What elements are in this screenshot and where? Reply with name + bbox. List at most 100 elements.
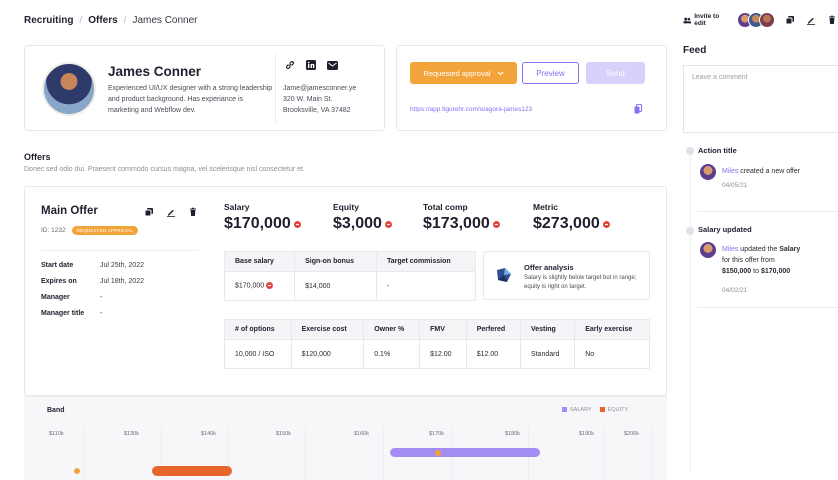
metric-label: Salary — [224, 202, 250, 212]
analysis-body: Salary is slightly below target but in r… — [524, 275, 637, 290]
offer-detail-row: Start date Jul 25th, 2022 — [41, 262, 144, 269]
feed-event-text: for this offer from — [722, 257, 775, 264]
column-header: Target commission — [375, 251, 477, 272]
gridline — [383, 427, 384, 480]
table-cell: $120,000 — [290, 339, 365, 369]
detail-key: Expires on — [41, 278, 77, 285]
send-button[interactable]: Send — [586, 62, 645, 84]
detail-value: - — [100, 310, 103, 317]
offer-link[interactable]: https://app.figurehr.com/o/agora-james12… — [410, 106, 532, 113]
offer-id-row: ID: 1232 REQUESTED APPROVAL — [41, 226, 139, 235]
feed-actor-link[interactable]: Miles — [722, 246, 738, 253]
candidate-name: James Conner — [108, 64, 202, 79]
table-header-row: # of options Exercise cost Owner % FMV P… — [224, 319, 650, 340]
legend-item-salary: SALARY — [562, 407, 592, 413]
copy-icon[interactable] — [142, 205, 156, 219]
linkedin-icon[interactable] — [305, 59, 317, 71]
approval-status-dropdown[interactable]: Requested approval — [410, 62, 517, 84]
feed-divider — [697, 211, 838, 212]
approval-status-label: Requested approval — [423, 68, 491, 78]
breadcrumb-offers[interactable]: Offers — [88, 15, 117, 26]
trash-icon[interactable] — [186, 205, 200, 219]
divider — [41, 250, 198, 251]
column-header: Vesting — [519, 319, 576, 340]
invite-to-edit-button[interactable]: Invite to edit — [683, 13, 729, 27]
table-cell: No — [574, 339, 650, 369]
candidate-email[interactable]: Jame@jamesconner.ye — [283, 83, 356, 94]
chevron-down-icon — [497, 71, 503, 75]
copy-link-icon[interactable] — [634, 104, 642, 116]
offer-detail-row: Manager - — [41, 294, 102, 301]
table-cell: $12.00 — [419, 339, 467, 369]
equity-band-bar — [152, 466, 232, 476]
band-tick: $160k — [354, 431, 369, 437]
mail-icon[interactable] — [326, 59, 338, 71]
table-cell: - — [375, 271, 477, 301]
metric-value: $170,000 — [224, 215, 291, 232]
comment-input[interactable]: Leave a comment — [683, 65, 838, 133]
band-tick: $110k — [49, 431, 64, 437]
copy-icon[interactable] — [783, 13, 796, 27]
column-header: Base salary — [223, 251, 296, 272]
band-tick: $150k — [276, 431, 291, 437]
edit-icon[interactable] — [164, 205, 178, 219]
column-header: Exercise cost — [290, 319, 365, 340]
metric-custom: Metric $273,000 — [533, 202, 610, 233]
address-line-2: Brooksville, VA 37482 — [283, 107, 351, 114]
avatar — [700, 242, 716, 258]
analysis-icon — [493, 266, 515, 288]
band-tick: $170k — [429, 431, 444, 437]
avatar — [759, 12, 776, 28]
table-row: $170,000 $14,000 - — [223, 271, 477, 301]
table-cell: Standard — [519, 339, 576, 369]
feed-event-date: 04/05/21 — [722, 182, 748, 189]
salary-band-panel: Band SALARY EQUITY $110k $130k $140k $15… — [24, 396, 667, 480]
legend-label: SALARY — [570, 407, 592, 413]
feed-event-body: Miles updated the Salary for this offer … — [722, 244, 838, 277]
band-legend: SALARY EQUITY — [562, 407, 628, 413]
collaborator-avatars[interactable] — [737, 12, 776, 28]
feed-field: Salary — [779, 246, 801, 253]
breadcrumb-separator: / — [79, 15, 83, 26]
cell-text: $170,000 — [235, 282, 265, 290]
metric-label: Metric — [533, 202, 559, 212]
analysis-title: Offer analysis — [524, 263, 574, 272]
breadcrumb-recruiting[interactable]: Recruiting — [24, 15, 73, 26]
table-cell: 0.1% — [363, 339, 421, 369]
preview-button[interactable]: Preview — [522, 62, 579, 84]
metric-equity: Equity $3,000 — [333, 202, 392, 233]
legend-swatch — [562, 407, 567, 413]
status-badge: REQUESTED APPROVAL — [71, 226, 139, 235]
trash-icon[interactable] — [825, 13, 838, 27]
column-header: Perfered — [465, 319, 521, 340]
metric-value: $173,000 — [423, 215, 490, 232]
detail-key: Manager title — [41, 310, 85, 317]
offer-title: Main Offer — [41, 205, 98, 217]
candidate-bio: Experienced UI/UX designer with a strong… — [108, 85, 273, 114]
column-header: # of options — [224, 319, 292, 340]
table-cell: $14,000 — [294, 271, 377, 301]
users-icon — [683, 17, 692, 23]
equity-marker — [74, 468, 80, 474]
table-cell: $12.00 — [465, 339, 521, 369]
alert-icon — [384, 220, 392, 228]
address-line-1: 320 W. Main St. — [283, 96, 333, 103]
divider — [275, 54, 276, 124]
main-offer-card: Main Offer ID: 1232 REQUESTED APPROVAL S… — [24, 186, 667, 396]
detail-value: Jul 25th, 2022 — [100, 262, 144, 269]
contact-details: Jame@jamesconner.ye 320 W. Main St. Broo… — [283, 83, 356, 116]
table-cell: 10,000 / ISO — [224, 339, 292, 369]
table-cell: $170,000 — [223, 271, 296, 301]
detail-value: Jul 18th, 2022 — [100, 278, 144, 285]
edit-icon[interactable] — [804, 13, 817, 27]
feed-actor-link[interactable]: Miles — [722, 168, 738, 175]
offer-actions — [142, 205, 200, 219]
breadcrumb: Recruiting / Offers / James Conner — [24, 15, 198, 26]
feed-from-value: $150,000 — [722, 268, 752, 275]
feed-to-value: $170,000 — [760, 268, 791, 275]
band-tick: $130k — [124, 431, 139, 437]
link-icon[interactable] — [284, 59, 296, 71]
feed-event-body: Miles created a new offer — [722, 166, 838, 177]
detail-key: Manager — [41, 294, 70, 301]
feed-divider — [697, 307, 838, 308]
